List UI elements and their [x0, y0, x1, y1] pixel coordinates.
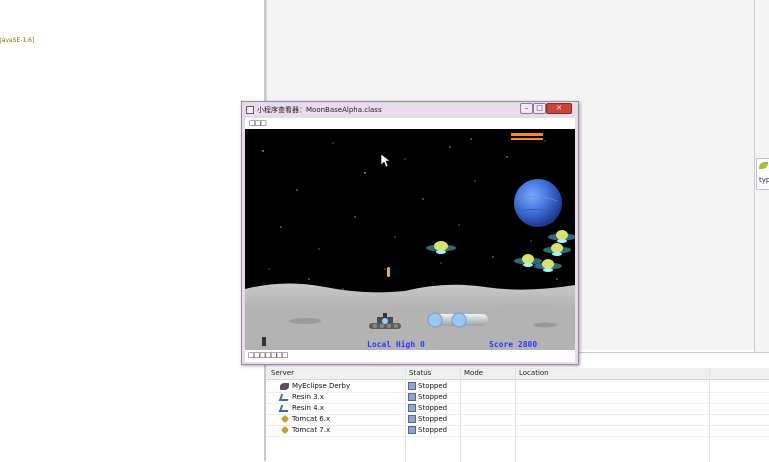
energy-bar-secondary	[511, 138, 543, 140]
mouse-cursor	[380, 153, 391, 168]
game-scene[interactable]: Local High 0 Score 2800	[245, 129, 575, 350]
derby-icon	[280, 383, 289, 390]
crater	[533, 322, 557, 328]
moon-base	[427, 312, 488, 328]
applet-window-icon	[246, 106, 254, 114]
server-status-icon	[408, 415, 416, 423]
side-tab-label: typ	[759, 176, 769, 184]
window-title: 小程序查看器：MoonBaseAlpha.class	[257, 106, 382, 114]
column-header-server[interactable]: Server	[271, 369, 294, 377]
server-status: Stopped	[418, 382, 448, 390]
server-status-icon	[408, 426, 416, 434]
local-high-label: Local High 0	[367, 339, 425, 349]
column-header-location[interactable]: Location	[519, 369, 549, 377]
server-status: Stopped	[418, 393, 448, 401]
server-row-tomcat-7[interactable]: Tomcat 7.x Stopped	[266, 425, 769, 437]
crater	[289, 318, 321, 324]
resin-icon	[278, 394, 291, 401]
server-status: Stopped	[418, 404, 448, 412]
game-canvas[interactable]: Local High 0 Score 2800	[245, 129, 575, 350]
score-label: Score 2800	[489, 340, 537, 349]
servers-table-header: Server Status Mode Location	[266, 368, 769, 380]
column-header-mode[interactable]: Mode	[464, 369, 483, 377]
server-status: Stopped	[418, 415, 448, 423]
falling-bomb	[387, 267, 390, 277]
applet-viewer-window: 小程序查看器：MoonBaseAlpha.class – □ ✕ □□□ Loc…	[241, 101, 579, 365]
tomcat-icon	[280, 425, 290, 435]
window-titlebar[interactable]: 小程序查看器：MoonBaseAlpha.class – □ ✕	[242, 102, 578, 118]
energy-bar	[511, 133, 543, 136]
starfield	[262, 138, 558, 290]
lives-indicator	[262, 337, 266, 346]
minimize-button[interactable]: –	[520, 103, 533, 114]
server-status: Stopped	[418, 426, 448, 434]
column-header-status[interactable]: Status	[409, 369, 431, 377]
applet-status-text: □□□□□□□	[248, 351, 288, 359]
planet	[514, 179, 562, 227]
editor-area: JavaSE-1.6]	[0, 0, 264, 461]
side-view-tab[interactable]: typ	[756, 158, 769, 190]
applet-statusbar: □□□□□□□	[245, 350, 575, 362]
server-status-icon	[408, 393, 416, 401]
server-name: Tomcat 6.x	[292, 415, 331, 423]
ufo-3	[543, 243, 571, 256]
server-name: MyEclipse Derby	[292, 382, 351, 390]
applet-menu[interactable]: □□□	[249, 119, 267, 127]
close-button[interactable]: ✕	[546, 103, 572, 114]
server-name: Resin 4.x	[292, 404, 324, 412]
jre-library-label: JavaSE-1.6]	[0, 37, 35, 44]
server-name: Tomcat 7.x	[292, 426, 331, 434]
maximize-button[interactable]: □	[533, 103, 546, 114]
ufo-1	[426, 241, 456, 254]
servers-view: Server Status Mode Location MyEclipse De…	[266, 352, 769, 462]
tomcat-icon	[280, 414, 290, 424]
ufo-2	[548, 230, 575, 243]
server-status-icon	[408, 404, 416, 412]
server-name: Resin 3.x	[292, 393, 324, 401]
server-status-icon	[408, 382, 416, 390]
applet-menubar: □□□	[245, 118, 575, 129]
resin-icon	[278, 405, 291, 412]
leaf-icon	[759, 162, 768, 169]
